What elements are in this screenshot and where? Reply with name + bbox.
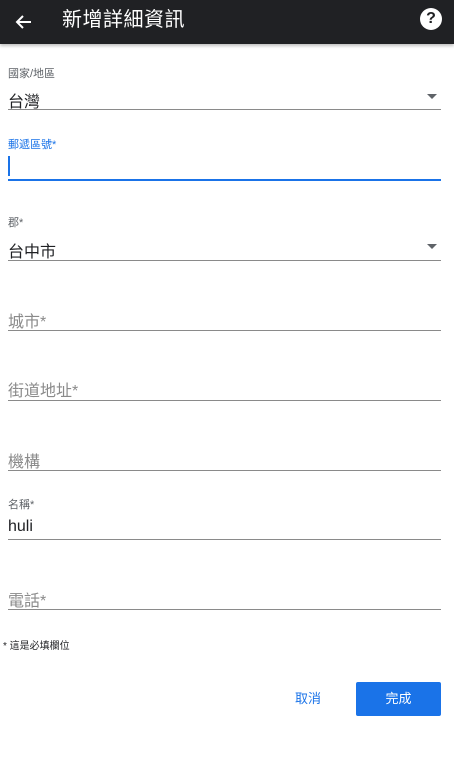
name-underline xyxy=(8,539,441,540)
city-placeholder: 城市* xyxy=(8,314,47,331)
page-title: 新增詳細資訊 xyxy=(62,9,185,31)
county-label: 郡* xyxy=(8,217,24,229)
cancel-button[interactable]: 取消 xyxy=(280,682,336,716)
country-underline xyxy=(8,109,441,110)
chevron-down-icon xyxy=(427,244,437,249)
back-button[interactable] xyxy=(6,4,42,40)
postal-code-field[interactable]: 郵遞區號* xyxy=(8,132,441,182)
phone-field[interactable]: 電話* xyxy=(8,580,441,613)
organization-field[interactable]: 機構 xyxy=(8,440,441,473)
postal-code-underline xyxy=(8,179,441,181)
chevron-down-icon xyxy=(427,94,437,99)
county-underline xyxy=(8,260,441,261)
organization-underline xyxy=(8,470,441,471)
help-circle-icon: ? xyxy=(426,10,436,27)
street-address-underline xyxy=(8,400,441,401)
street-address-placeholder: 街道地址* xyxy=(8,383,79,400)
country-label: 國家/地區 xyxy=(8,68,56,80)
top-app-bar: 新增詳細資訊 ? xyxy=(0,0,454,44)
city-underline xyxy=(8,330,441,331)
county-value: 台中市 xyxy=(8,244,57,261)
text-cursor xyxy=(8,156,10,176)
name-field[interactable]: 名稱* huli xyxy=(8,492,441,544)
street-address-field[interactable]: 街道地址* xyxy=(8,370,441,403)
help-button[interactable]: ? xyxy=(420,8,442,30)
name-label: 名稱* xyxy=(8,499,35,511)
city-field[interactable]: 城市* xyxy=(8,300,441,333)
add-details-screen: 新增詳細資訊 ? 國家/地區 台灣 郵遞區號* 郡* 台中市 城市* 街道地址*… xyxy=(0,0,454,782)
postal-code-label: 郵遞區號* xyxy=(8,139,57,151)
organization-placeholder: 機構 xyxy=(8,454,41,471)
phone-underline xyxy=(8,609,441,610)
country-select[interactable]: 國家/地區 台灣 xyxy=(8,60,441,112)
done-button[interactable]: 完成 xyxy=(356,682,441,716)
county-select[interactable]: 郡* 台中市 xyxy=(8,208,441,263)
name-input[interactable]: huli xyxy=(8,518,33,536)
arrow-left-icon xyxy=(15,15,31,29)
required-field-note: * 這是必填欄位 xyxy=(3,641,70,652)
phone-placeholder: 電話* xyxy=(8,593,47,610)
